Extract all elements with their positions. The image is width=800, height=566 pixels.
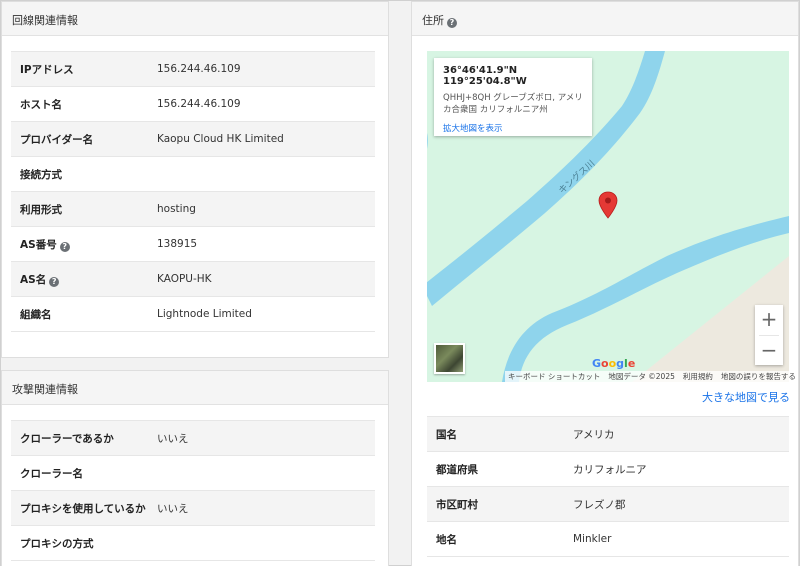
table-row: クローラー名 (11, 455, 375, 491)
zoom-in-button[interactable]: + (755, 305, 783, 335)
enlarge-map-link[interactable]: 拡大地図を表示 (443, 122, 583, 134)
row-key: 市区町村 (427, 486, 573, 522)
panel-title: 回線関連情報 (2, 2, 388, 36)
map-data-text: 地図データ ©2025 (608, 372, 675, 381)
row-key: IPアドレス (11, 51, 157, 87)
map-plus-code: QHHJ+8QH グレーブズボロ, アメリカ合衆国 カリフォルニア州 (443, 93, 583, 115)
row-key: 地名 (427, 521, 573, 557)
table-row: プロバイダー名 Kaopu Cloud HK Limited (11, 121, 375, 157)
row-key: プロバイダー名 (11, 121, 157, 157)
table-row: 組織名 Lightnode Limited (11, 296, 375, 332)
row-value: Lightnode Limited (157, 296, 375, 332)
table-row: 接続方式 (11, 156, 375, 192)
row-value: 156.244.46.109 (157, 51, 375, 87)
panel-title-text: 住所 (422, 14, 444, 27)
report-error-link[interactable]: 地図の誤りを報告する (721, 371, 796, 382)
row-value (157, 156, 375, 192)
row-value (157, 455, 375, 491)
table-row: ホスト名 156.244.46.109 (11, 86, 375, 122)
panel-title: 住所? (412, 2, 798, 36)
row-key-with-help: AS名? (11, 261, 157, 297)
panel-title: 攻撃関連情報 (2, 371, 388, 405)
table-row: プロキシの方式 (11, 525, 375, 561)
satellite-toggle[interactable] (434, 343, 465, 374)
row-key: 利用形式 (11, 191, 157, 227)
row-value: 138915 (157, 226, 375, 262)
table-row: AS番号? 138915 (11, 226, 375, 262)
help-icon[interactable]: ? (447, 18, 457, 28)
row-value: KAOPU-HK (157, 261, 375, 297)
row-key: AS名 (20, 273, 47, 286)
table-row: 国名 アメリカ (427, 416, 789, 452)
zoom-controls: + − (755, 305, 783, 365)
terms-link[interactable]: 利用規約 (683, 371, 713, 382)
google-logo: Google (592, 357, 636, 370)
row-value: カリフォルニア (573, 451, 789, 487)
row-key: AS番号 (20, 238, 57, 251)
row-value: hosting (157, 191, 375, 227)
row-key: プロキシの方式 (11, 525, 157, 561)
table-row: 地名 Minkler (427, 521, 789, 557)
keyboard-shortcuts-link[interactable]: キーボード ショートカット (508, 371, 600, 382)
table-row: AS名? KAOPU-HK (11, 261, 375, 297)
row-key: ホスト名 (11, 86, 157, 122)
attack-info-table: クローラーであるか いいえ クローラー名 プロキシを使用しているか いいえ プロキシ… (11, 420, 375, 561)
map-footer: キーボード ショートカット 地図データ ©2025 利用規約 地図の誤りを報告す… (505, 371, 796, 382)
zoom-out-button[interactable]: − (755, 336, 783, 366)
row-key-with-help: AS番号? (11, 226, 157, 262)
row-key: クローラーであるか (11, 420, 157, 456)
table-row: クローラーであるか いいえ (11, 420, 375, 456)
row-value (157, 525, 375, 561)
help-icon[interactable]: ? (49, 276, 60, 287)
large-map-link[interactable]: 大きな地図で見る (702, 389, 790, 405)
row-key: 都道府県 (427, 451, 573, 487)
help-icon[interactable]: ? (59, 241, 70, 252)
row-key: 接続方式 (11, 156, 157, 192)
row-value: いいえ (157, 420, 375, 456)
row-key: 組織名 (11, 296, 157, 332)
row-key: 国名 (427, 416, 573, 452)
address-table: 国名 アメリカ 都道府県 カリフォルニア 市区町村 フレズノ郡 地名 Minkler (427, 416, 789, 557)
row-value: Minkler (573, 521, 789, 557)
map-coordinates: 36°46'41.9"N 119°25'04.8"W (443, 65, 527, 87)
row-value: いいえ (157, 490, 375, 526)
row-key: クローラー名 (11, 455, 157, 491)
row-value: フレズノ郡 (573, 486, 789, 522)
map-info-card: 36°46'41.9"N 119°25'04.8"W QHHJ+8QH グレーブ… (434, 58, 592, 136)
row-key: プロキシを使用しているか (11, 490, 157, 526)
table-row: 利用形式 hosting (11, 191, 375, 227)
row-value: Kaopu Cloud HK Limited (157, 121, 375, 157)
line-info-table: IPアドレス 156.244.46.109 ホスト名 156.244.46.109 … (11, 51, 375, 332)
table-row: IPアドレス 156.244.46.109 (11, 51, 375, 87)
row-value: 156.244.46.109 (157, 86, 375, 122)
table-row: 都道府県 カリフォルニア (427, 451, 789, 487)
table-row: 市区町村 フレズノ郡 (427, 486, 789, 522)
row-value: アメリカ (573, 416, 789, 452)
table-row: プロキシを使用しているか いいえ (11, 490, 375, 526)
location-pin-icon[interactable] (598, 191, 618, 219)
